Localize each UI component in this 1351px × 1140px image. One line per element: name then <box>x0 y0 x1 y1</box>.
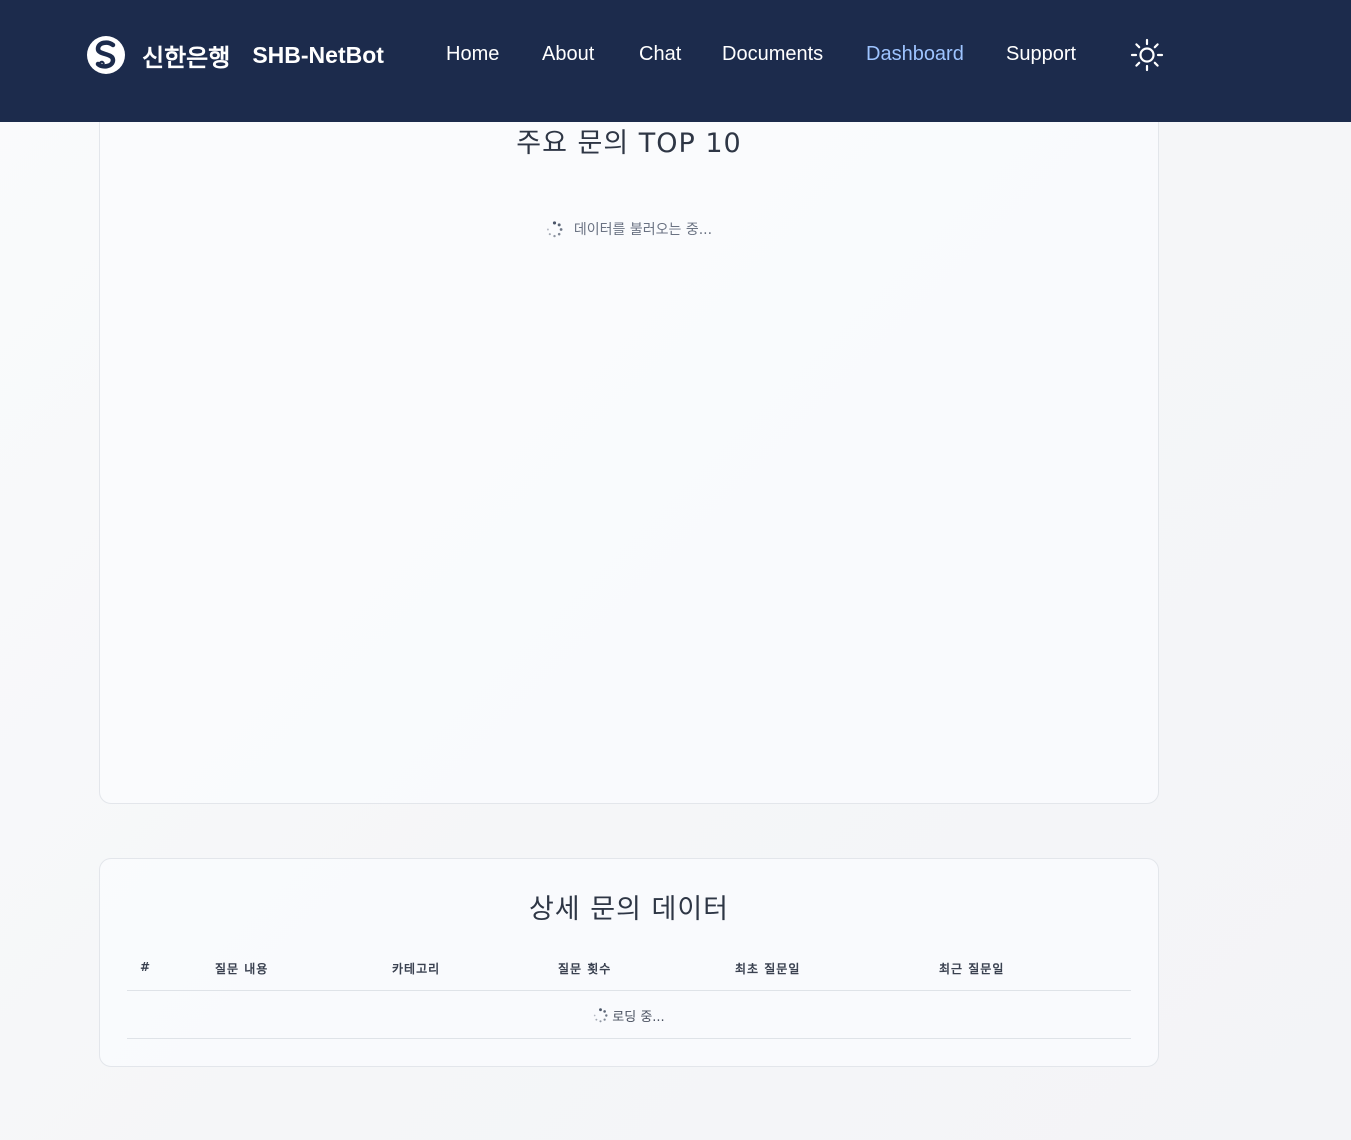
nav-link-support[interactable]: Support <box>1006 43 1076 66</box>
table-header-row: # 질문 내용 카테고리 질문 횟수 최초 질문일 최근 질문일 <box>127 947 1131 991</box>
nav-link-about[interactable]: About <box>542 43 594 66</box>
brand-korean-name: 신한은행 <box>142 43 231 72</box>
column-header-question[interactable]: 질문 내용 <box>215 960 268 977</box>
detail-inquiries-card: 상세 문의 데이터 # 질문 내용 카테고리 질문 횟수 최초 질문일 최근 질… <box>99 858 1159 1067</box>
top-inquiries-title: 주요 문의 TOP 10 <box>516 128 742 159</box>
shinhan-logo-icon <box>87 36 125 74</box>
loading-spinner-icon <box>546 220 563 237</box>
column-header-count[interactable]: 질문 횟수 <box>558 960 611 977</box>
column-header-index[interactable]: # <box>140 960 151 974</box>
nav-link-chat[interactable]: Chat <box>639 43 681 66</box>
table-row: 로딩 중... <box>127 991 1131 1039</box>
nav-link-home[interactable]: Home <box>446 43 499 66</box>
theme-toggle-button[interactable] <box>1129 37 1165 73</box>
column-header-category[interactable]: 카테고리 <box>392 960 440 977</box>
brand[interactable]: 신한은행 SHB-NetBot <box>86 34 384 76</box>
nav-link-dashboard[interactable]: Dashboard <box>866 43 964 66</box>
loading-spinner-icon <box>594 1008 608 1023</box>
column-header-first-date[interactable]: 최초 질문일 <box>735 960 800 977</box>
top-navbar: 신한은행 SHB-NetBot Home About Chat Document… <box>0 0 1351 122</box>
brand-app-name: SHB-NetBot <box>252 41 384 68</box>
table-loading: 로딩 중... <box>127 1006 1131 1025</box>
detail-inquiries-title: 상세 문의 데이터 <box>528 894 730 925</box>
top-inquiries-card: 주요 문의 TOP 10 데이터를 불러오는 중... <box>99 90 1159 804</box>
column-header-last-date[interactable]: 최근 질문일 <box>939 960 1004 977</box>
detail-inquiries-table: # 질문 내용 카테고리 질문 횟수 최초 질문일 최근 질문일 로딩 중... <box>127 947 1131 1039</box>
top-inquiries-loading: 데이터를 불러오는 중... <box>100 219 1158 239</box>
nav-link-documents[interactable]: Documents <box>722 43 823 66</box>
dashboard-page: 신한은행 SHB-NetBot Home About Chat Document… <box>0 0 1351 1140</box>
top-inquiries-loading-text: 데이터를 불러오는 중... <box>573 222 713 238</box>
sun-icon <box>1130 38 1164 72</box>
table-loading-text: 로딩 중... <box>612 1010 665 1025</box>
